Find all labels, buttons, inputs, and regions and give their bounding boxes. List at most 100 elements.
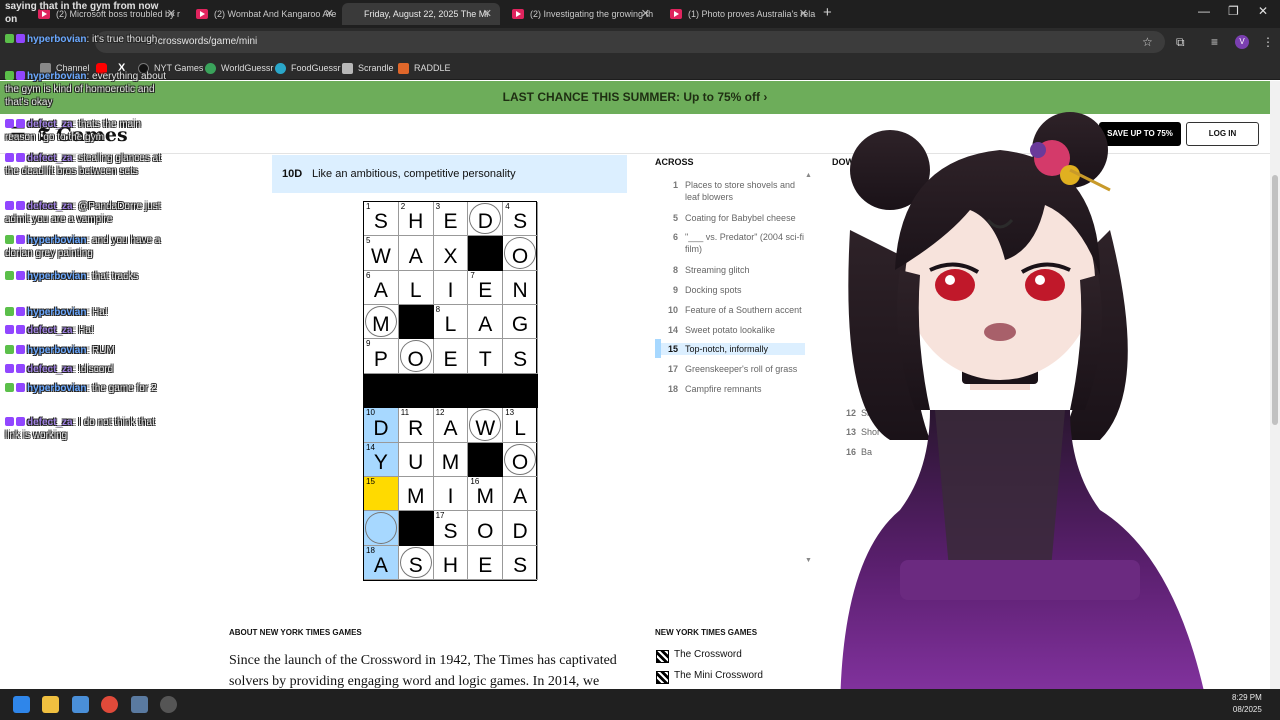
vtube-studio-icon[interactable] — [131, 696, 148, 713]
chat-username: defect_za — [27, 417, 73, 428]
browser-tab[interactable]: (1) Photo proves Australia's rela ✕ — [658, 3, 816, 25]
crossword-cell[interactable]: 8L — [433, 305, 469, 340]
system-clock[interactable]: 8:29 PM 08/2025 — [1232, 692, 1262, 716]
crossword-cell[interactable]: S — [503, 339, 538, 374]
minimize-icon[interactable]: — — [1198, 4, 1210, 18]
footer-link-crossword[interactable]: The Crossword — [656, 649, 742, 663]
chat-badge-icon — [5, 71, 14, 80]
close-icon[interactable]: ✕ — [799, 3, 808, 25]
file-explorer-icon[interactable] — [42, 696, 59, 713]
crossword-cell[interactable]: 12 A — [433, 408, 469, 443]
chat-badge-icon — [5, 153, 14, 162]
photos-icon[interactable] — [72, 696, 89, 713]
crossword-cell[interactable]: H — [433, 545, 469, 580]
cell-letter: M — [372, 313, 390, 337]
crossword-cell[interactable]: 15 — [364, 476, 399, 512]
crossword-cell[interactable]: 18 A — [364, 545, 399, 580]
menu-dots-icon[interactable]: ⋮ — [1262, 35, 1274, 49]
cell-letter: O — [511, 244, 529, 268]
chat-text: Ha! — [78, 325, 94, 336]
close-icon[interactable]: ✕ — [483, 3, 492, 25]
chat-badge-icon — [5, 271, 14, 280]
crossword-cell[interactable]: I — [433, 476, 469, 512]
browser-tab[interactable]: (2) Wombat And Kangaroo Are ✕ — [184, 3, 342, 25]
crossword-cell[interactable] — [364, 511, 399, 546]
crossword-cell[interactable]: 1S — [364, 202, 399, 237]
close-icon[interactable]: ✕ — [641, 3, 650, 25]
new-tab-button[interactable]: + — [823, 4, 832, 21]
crossword-cell[interactable]: I — [433, 270, 469, 306]
crossword-cell[interactable]: 10 D — [364, 408, 399, 443]
browser-tab[interactable]: (2) Investigating the growing th ✕ — [500, 3, 658, 25]
chat-badge-icon — [5, 307, 14, 316]
crossword-cell[interactable]: D — [503, 511, 538, 546]
footer-link-mini[interactable]: The Mini Crossword — [656, 670, 763, 684]
cell-letter: L — [514, 416, 526, 440]
bookmark-foodguessr[interactable]: FoodGuessr — [275, 60, 341, 76]
crossword-cell[interactable]: D — [468, 202, 504, 237]
cell-letter: H — [408, 210, 424, 234]
crossword-cell[interactable]: 6A — [364, 270, 399, 306]
current-clue-bar[interactable]: 10D Like an ambitious, competitive perso… — [272, 155, 627, 193]
clue-number: 9 — [672, 285, 678, 295]
crossword-cell[interactable]: T — [468, 339, 504, 374]
crossword-grid[interactable]: 1 S 2 H 3 E D 4 S 5 W A X O 6 A L I 7 E N M 8 L A G 9 P O E T S 10 D 11 R 12… — [363, 201, 538, 581]
crossword-cell[interactable]: 3E — [433, 202, 469, 237]
crossword-cell[interactable]: X — [433, 236, 469, 271]
crossword-cell[interactable]: 4S — [503, 202, 538, 237]
bookmark-scrandle[interactable]: Scrandle — [342, 60, 394, 76]
chat-message: hyperbovian: that tracks — [5, 270, 170, 283]
crossword-cell[interactable]: M — [433, 442, 469, 477]
clue-number: 5 — [672, 213, 678, 223]
extensions-icon[interactable]: ⧉ — [1176, 35, 1185, 50]
bookmark-raddle[interactable]: RADDLE — [398, 60, 451, 76]
media-icon[interactable]: ≡ — [1211, 35, 1218, 49]
crossword-cell[interactable]: E — [433, 339, 469, 374]
chrome-icon[interactable] — [101, 696, 118, 713]
crossword-cell[interactable]: S — [503, 545, 538, 580]
address-bar[interactable]: /crosswords/game/mini — [95, 31, 1165, 53]
crossword-cell[interactable]: A — [503, 476, 538, 512]
crossword-cell[interactable]: N — [503, 270, 538, 306]
chat-message: defect_za: Ha! — [5, 324, 170, 337]
crossword-cell[interactable]: M — [398, 476, 434, 512]
crossword-cell[interactable]: G — [503, 305, 538, 340]
crossword-cell[interactable]: M — [364, 305, 399, 340]
obs-icon[interactable] — [160, 696, 177, 713]
crossword-cell[interactable]: 2H — [398, 202, 434, 237]
browser-tab-active[interactable]: Friday, August 22, 2025 The Mi ✕ — [342, 3, 500, 25]
crossword-cell[interactable]: 16 M — [468, 476, 504, 512]
crossword-cell[interactable]: O — [468, 511, 504, 546]
profile-avatar[interactable]: V — [1235, 35, 1249, 49]
crossword-cell[interactable]: 5W — [364, 236, 399, 271]
bookmark-worldguessr[interactable]: WorldGuessr — [205, 60, 273, 76]
footer-games-heading: NEW YORK TIMES GAMES — [655, 628, 758, 637]
crossword-cell[interactable]: W — [468, 408, 504, 443]
crossword-cell[interactable]: L — [398, 270, 434, 306]
crossword-cell[interactable]: O — [503, 236, 538, 271]
crossword-cell[interactable]: O — [503, 442, 538, 477]
crossword-cell[interactable]: 11 R — [398, 408, 434, 443]
close-window-icon[interactable]: ✕ — [1258, 4, 1268, 18]
crossword-cell[interactable]: E — [468, 545, 504, 580]
crossword-cell[interactable]: 14 Y — [364, 442, 399, 477]
crossword-cell[interactable]: 7E — [468, 270, 504, 306]
crossword-cell[interactable]: A — [398, 236, 434, 271]
crossword-cell[interactable]: 9P — [364, 339, 399, 374]
sub-badge-icon — [16, 34, 25, 43]
bookmark-star-icon[interactable]: ☆ — [1142, 35, 1153, 49]
crossword-cell[interactable]: O — [398, 339, 434, 374]
tab-title: Friday, August 22, 2025 The Mi — [364, 9, 489, 19]
windows-start-icon[interactable] — [13, 696, 30, 713]
crossword-cell[interactable]: 17 S — [433, 511, 469, 546]
cell-letter: O — [477, 519, 494, 543]
close-icon[interactable]: ✕ — [325, 3, 334, 25]
crossword-cell[interactable]: A — [468, 305, 504, 340]
maximize-icon[interactable]: ❐ — [1228, 4, 1239, 18]
crossword-cell[interactable]: U — [398, 442, 434, 477]
page-scrollbar-thumb[interactable] — [1272, 175, 1278, 425]
crossword-black-cell — [468, 373, 504, 409]
cell-letter: L — [409, 279, 422, 303]
crossword-cell[interactable]: S — [398, 545, 434, 580]
crossword-cell[interactable]: 13 L — [503, 408, 538, 443]
